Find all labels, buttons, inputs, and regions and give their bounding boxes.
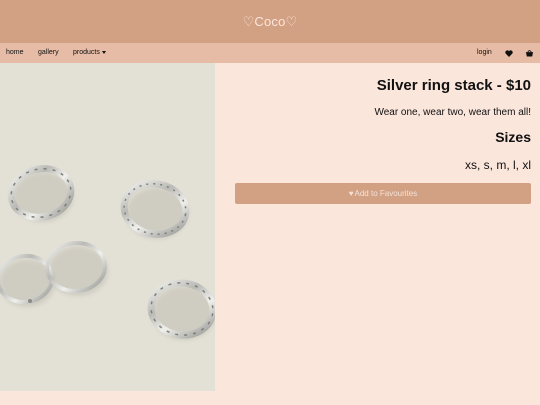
nav-products-dropdown[interactable]: products [73,43,106,63]
site-header: ♡Coco♡ [0,0,540,43]
sizes-list: xs, s, m, l, xl [465,158,531,172]
nav-products-label: products [73,49,100,56]
product-description: Wear one, wear two, wear them all! [374,107,531,118]
add-to-favourites-label: Add to Favourites [354,189,418,198]
product-details: Silver ring stack - $10 Wear one, wear t… [215,63,540,391]
nav-home[interactable]: home [6,43,24,63]
caret-down-icon [101,50,106,54]
product-title: Silver ring stack - $10 [376,77,531,94]
heart-icon: ♥ [348,189,354,198]
nav-login[interactable]: login [477,43,492,63]
add-to-favourites-button[interactable]: ♥ Add to Favourites [235,183,531,204]
shopping-bag-icon[interactable] [525,43,534,63]
sizes-heading: Sizes [495,129,531,145]
silver-rings-image [0,165,215,340]
brand-logo[interactable]: ♡Coco♡ [243,14,298,30]
navbar: home gallery products login [0,43,540,63]
nav-gallery[interactable]: gallery [38,43,59,63]
favourites-heart-icon[interactable] [505,43,513,63]
product-image [0,63,215,391]
